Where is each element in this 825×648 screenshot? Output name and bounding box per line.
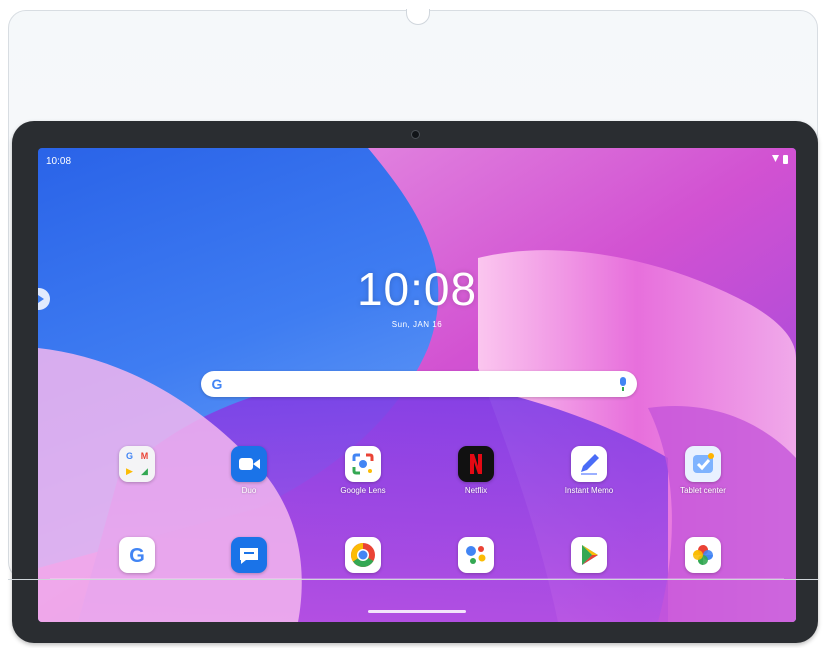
app-google-folder[interactable]: GM ▶ ◢: [97, 446, 177, 506]
tablet-screen: 10:08 10:08 Sun, JAN 16 G GM ▶ ◢ Duo Goo…: [38, 148, 796, 622]
battery-icon: [783, 155, 788, 164]
gesture-nav-bar[interactable]: [368, 610, 466, 613]
app-netflix[interactable]: Netflix: [436, 446, 516, 506]
dock-play-store[interactable]: [549, 537, 629, 597]
app-google-lens[interactable]: Google Lens: [323, 446, 403, 506]
dock-assistant[interactable]: [436, 537, 516, 597]
duo-icon: [231, 446, 267, 482]
dock-chrome[interactable]: [323, 537, 403, 597]
status-time: 10:08: [46, 156, 72, 167]
dock-messages[interactable]: [209, 537, 289, 597]
google-lens-icon: [345, 446, 381, 482]
tablet-center-icon: [685, 446, 721, 482]
assistant-icon: [458, 537, 494, 573]
app-label: Netflix: [464, 486, 488, 495]
lock-date: Sun, JAN 16: [391, 320, 443, 329]
google-logo-icon: G: [211, 376, 223, 392]
google-folder-icon: GM ▶ ◢: [119, 446, 155, 482]
dock-photos[interactable]: [663, 537, 743, 597]
film-bottom-edge: [8, 579, 818, 580]
app-label: Duo: [241, 486, 257, 495]
app-label: Instant Memo: [564, 486, 614, 495]
netflix-icon: [458, 446, 494, 482]
app-label: Google Lens: [340, 486, 386, 495]
lock-clock: 10:08: [356, 263, 478, 315]
status-icons: [772, 155, 788, 164]
app-instant-memo[interactable]: Instant Memo: [549, 446, 629, 506]
front-camera: [411, 130, 420, 139]
messages-icon: [231, 537, 267, 573]
wifi-icon: [772, 155, 779, 162]
svg-text:G: G: [129, 545, 145, 567]
chrome-icon: [345, 537, 381, 573]
instant-memo-icon: [571, 446, 607, 482]
dock-google[interactable]: G: [97, 537, 177, 597]
play-store-icon: [571, 537, 607, 573]
app-label: Tablet center: [680, 486, 726, 495]
app-duo[interactable]: Duo: [209, 446, 289, 506]
mic-icon[interactable]: [619, 377, 627, 391]
photos-icon: [685, 537, 721, 573]
google-icon: G: [119, 537, 155, 573]
google-search-bar[interactable]: G: [201, 371, 637, 397]
app-tablet-center[interactable]: Tablet center: [663, 446, 743, 506]
